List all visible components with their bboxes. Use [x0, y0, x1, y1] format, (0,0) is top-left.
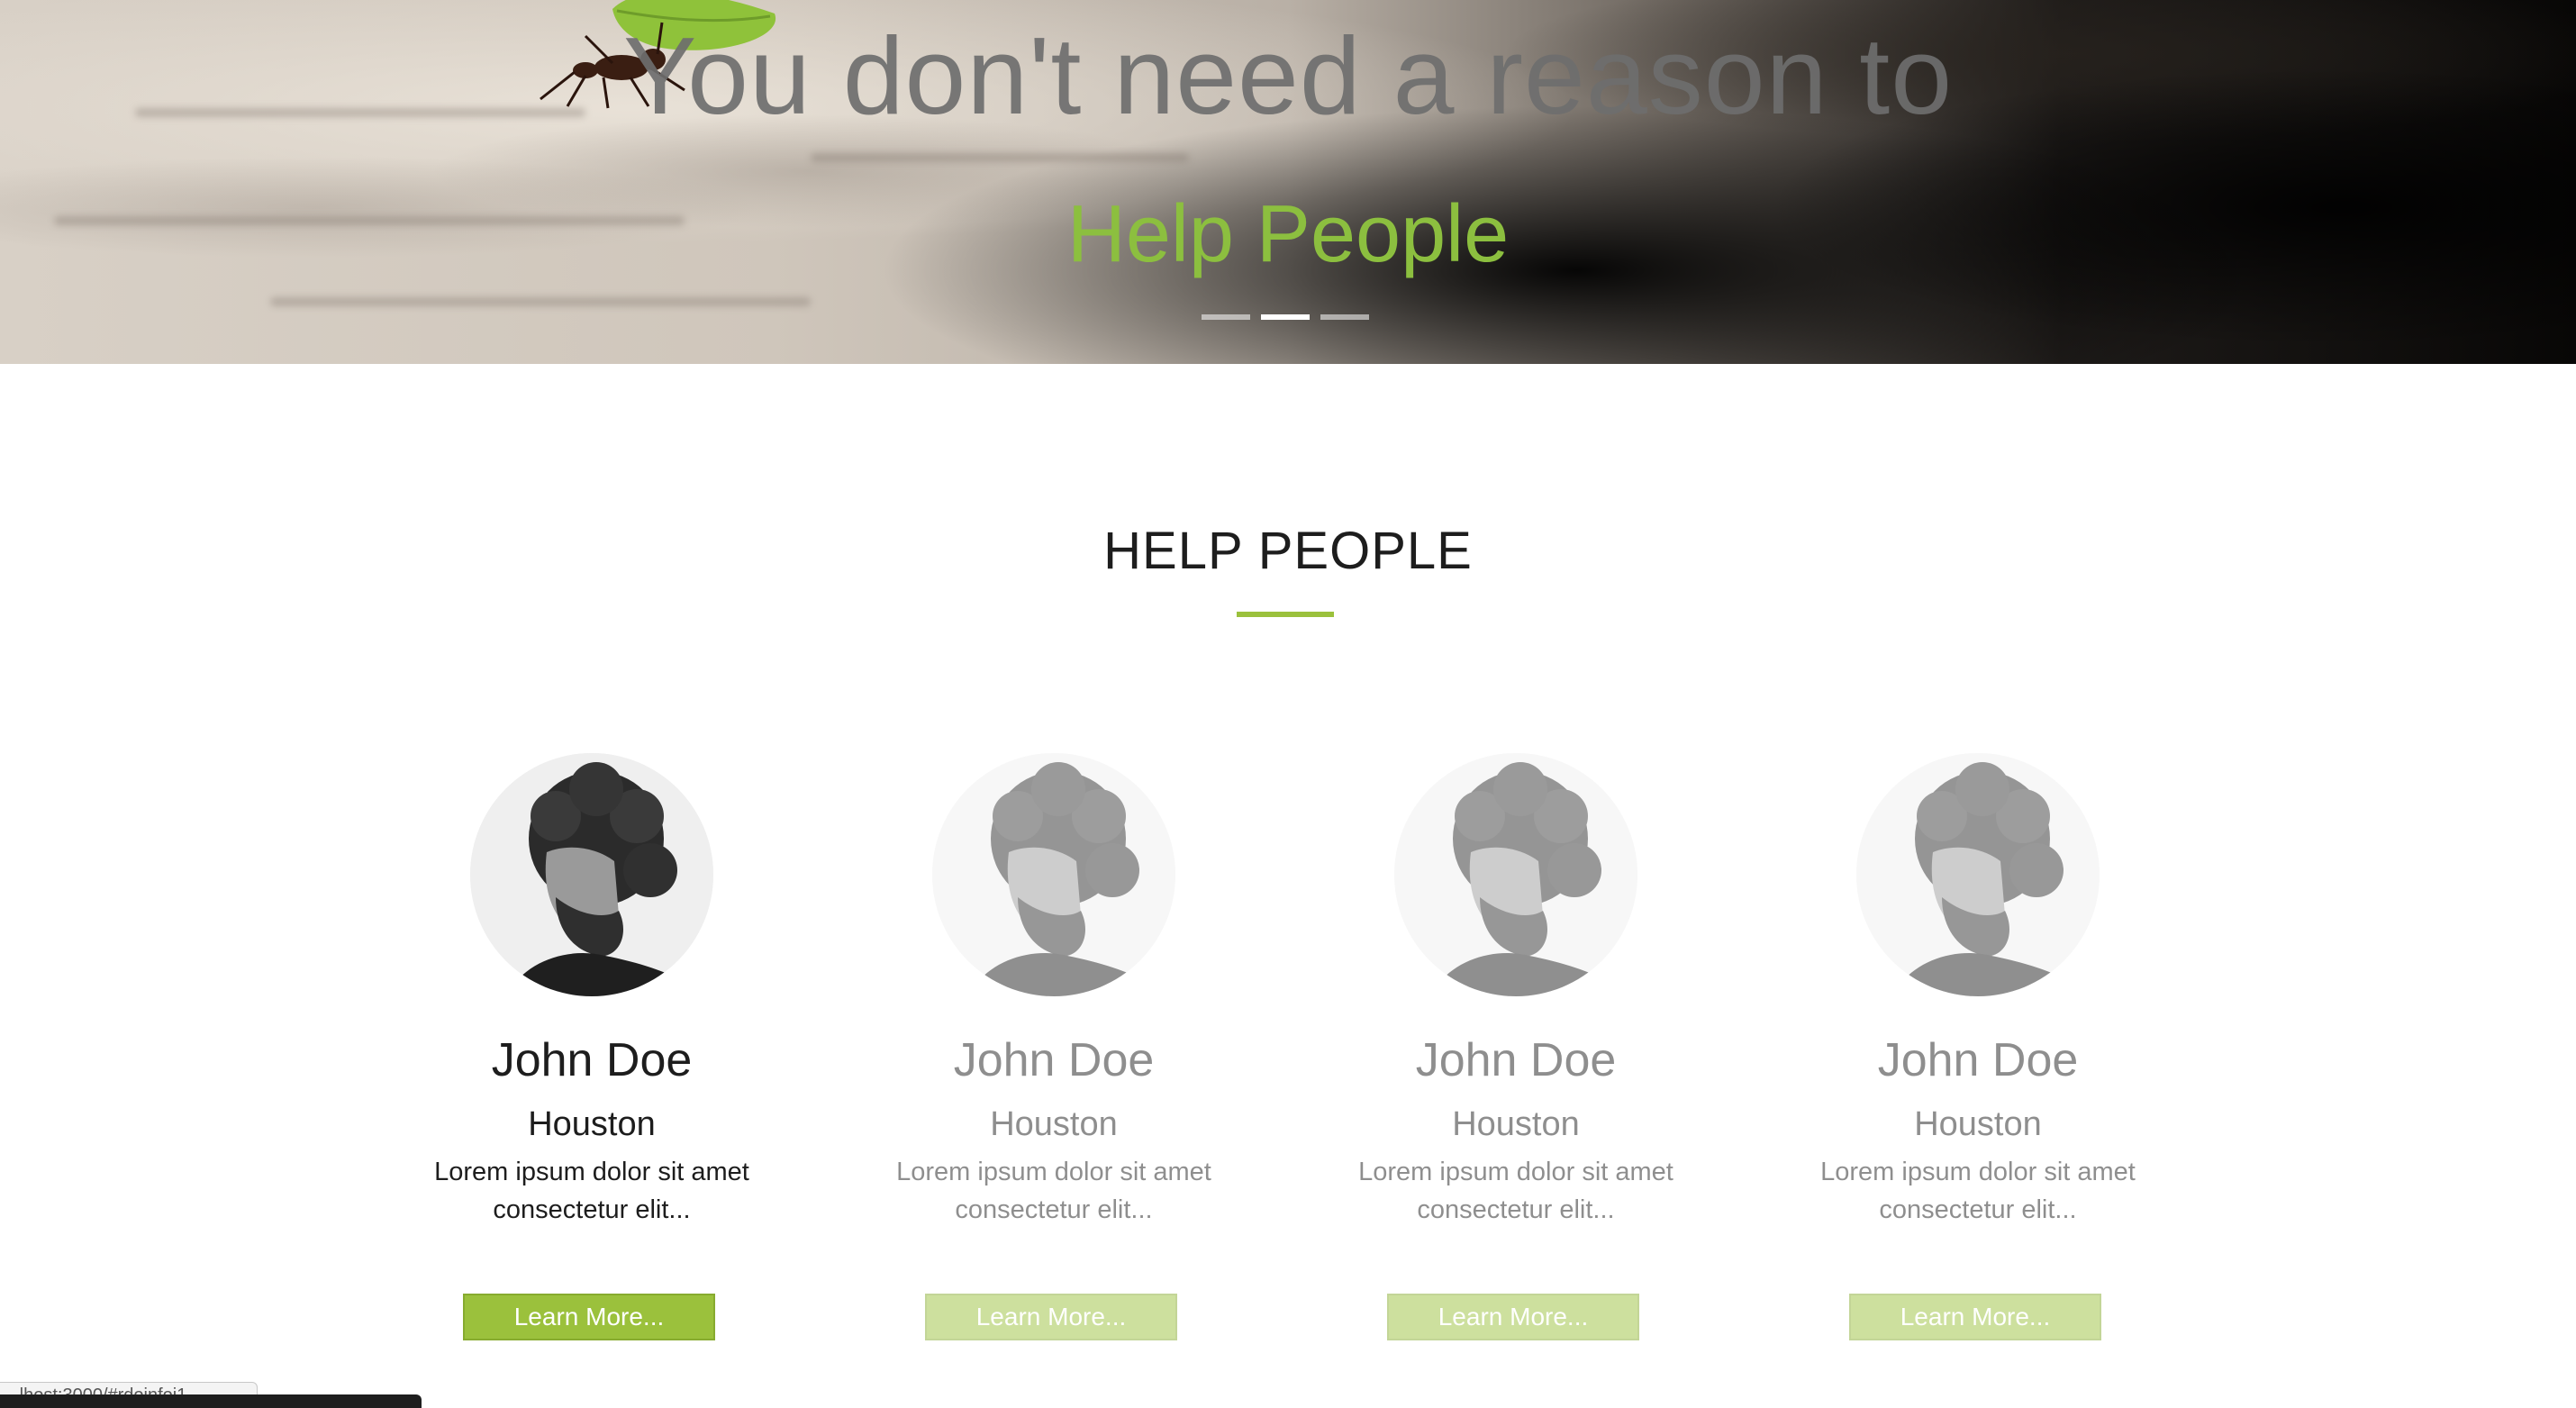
person-description: Lorem ipsum dolor sit amet consectetur e… — [434, 1158, 749, 1224]
section-title: HELP PEOPLE — [1103, 522, 1473, 580]
person-name: John Doe — [491, 1034, 693, 1086]
carousel-indicator-3[interactable] — [1320, 314, 1369, 320]
person-portrait-image — [1394, 753, 1637, 996]
background-texture — [270, 297, 811, 306]
person-portrait-image — [932, 753, 1175, 996]
person-city: Houston — [1914, 1105, 2042, 1143]
person-avatar — [1856, 753, 2100, 996]
status-bar-strip — [0, 1394, 422, 1408]
person-avatar — [470, 753, 713, 996]
person-city: Houston — [990, 1105, 1118, 1143]
learn-more-button[interactable]: Learn More... — [1849, 1294, 2101, 1340]
carousel-indicators — [1202, 314, 1369, 320]
person-city: Houston — [528, 1105, 656, 1143]
person-name: John Doe — [953, 1034, 1155, 1086]
background-texture — [811, 153, 1189, 162]
section-divider — [1237, 612, 1334, 617]
person-description: Lorem ipsum dolor sit amet consectetur e… — [1358, 1158, 1673, 1224]
person-city: Houston — [1452, 1105, 1580, 1143]
person-description: Lorem ipsum dolor sit amet consectetur e… — [1820, 1158, 2136, 1224]
person-avatar — [1394, 753, 1637, 996]
person-portrait-image — [1856, 753, 2100, 996]
person-name: John Doe — [1877, 1034, 2079, 1086]
person-avatar — [932, 753, 1175, 996]
carousel-indicator-2[interactable] — [1261, 314, 1310, 320]
learn-more-button[interactable]: Learn More... — [1387, 1294, 1639, 1340]
learn-more-button[interactable]: Learn More... — [463, 1294, 715, 1340]
carousel-indicator-1[interactable] — [1202, 314, 1250, 320]
person-name: John Doe — [1415, 1034, 1617, 1086]
hero-subtitle: Help People — [1066, 189, 1510, 279]
hero-slider: You don't need a reason to Help People — [0, 0, 2576, 364]
hero-title: You don't need a reason to — [622, 14, 1954, 137]
person-description: Lorem ipsum dolor sit amet consectetur e… — [896, 1158, 1211, 1224]
learn-more-button[interactable]: Learn More... — [925, 1294, 1177, 1340]
people-cards: John Doe Houston Lorem ipsum dolor sit a… — [0, 748, 2576, 1378]
person-portrait-image — [470, 753, 713, 996]
